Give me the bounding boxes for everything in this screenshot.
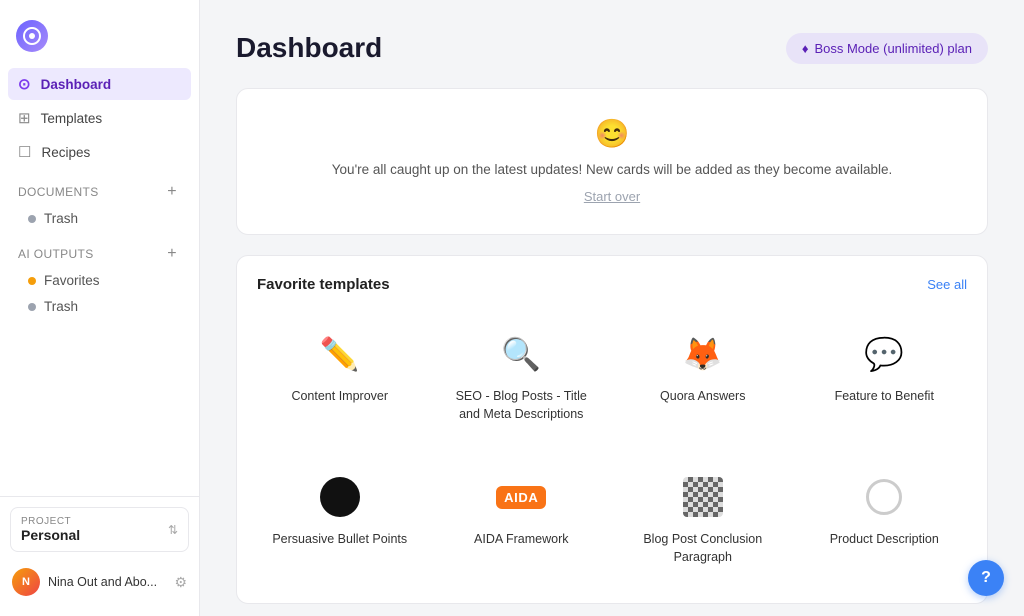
update-card: 😊 You're all caught up on the latest upd… — [236, 88, 988, 235]
template-feature-benefit[interactable]: 💬 Feature to Benefit — [802, 313, 968, 440]
page-title: Dashboard — [236, 32, 382, 64]
sidebar-nav: ⊙ Dashboard ⊞ Templates ☐ Recipes Docume… — [0, 68, 199, 496]
add-ai-output-button[interactable]: + — [163, 244, 181, 264]
avatar: N — [12, 568, 40, 596]
template-blog-conclusion[interactable]: Blog Post Conclusion Paragraph — [620, 456, 786, 583]
template-aida[interactable]: AIDA AIDA Framework — [439, 456, 605, 583]
template-quora-label: Quora Answers — [660, 388, 745, 406]
recipes-icon: ☐ — [18, 143, 31, 161]
sidebar-item-templates-label: Templates — [41, 111, 103, 126]
template-product-description[interactable]: Product Description — [802, 456, 968, 583]
sidebar-item-favorites[interactable]: Favorites — [8, 268, 191, 293]
sidebar-item-dashboard[interactable]: ⊙ Dashboard — [8, 68, 191, 100]
project-switcher[interactable]: PROJECT Personal ⇅ — [10, 507, 189, 552]
user-row[interactable]: N Nina Out and Abo... ⚙ — [0, 560, 199, 604]
persuasive-bullets-icon — [316, 473, 364, 521]
template-aida-label: AIDA Framework — [474, 531, 568, 549]
logo — [0, 12, 199, 68]
sidebar-item-recipes[interactable]: ☐ Recipes — [8, 136, 191, 168]
logo-icon — [16, 20, 48, 52]
template-blog-conclusion-label: Blog Post Conclusion Paragraph — [629, 531, 777, 566]
favorites-section: Favorite templates See all ✏️ Content Im… — [236, 255, 988, 604]
aida-icon: AIDA — [497, 473, 545, 521]
project-name: Personal — [21, 527, 80, 543]
trash-ai-label: Trash — [44, 299, 78, 314]
boss-mode-label: Boss Mode (unlimited) plan — [814, 41, 972, 56]
template-persuasive-bullets-label: Persuasive Bullet Points — [272, 531, 407, 549]
template-seo-blog-label: SEO - Blog Posts - Title and Meta Descri… — [448, 388, 596, 423]
diamond-icon: ♦ — [802, 41, 809, 56]
update-text: You're all caught up on the latest updat… — [257, 160, 967, 180]
section-title: Favorite templates — [257, 276, 390, 293]
documents-label: Documents — [18, 185, 99, 199]
template-seo-blog[interactable]: 🔍 SEO - Blog Posts - Title and Meta Desc… — [439, 313, 605, 440]
product-description-icon — [860, 473, 908, 521]
sidebar: ⊙ Dashboard ⊞ Templates ☐ Recipes Docume… — [0, 0, 200, 616]
quora-icon: 🦊 — [679, 330, 727, 378]
main-content: Dashboard ♦ Boss Mode (unlimited) plan 😊… — [200, 0, 1024, 616]
help-button[interactable]: ? — [968, 560, 1004, 596]
template-quora[interactable]: 🦊 Quora Answers — [620, 313, 786, 440]
sidebar-item-recipes-label: Recipes — [41, 145, 90, 160]
sidebar-item-dashboard-label: Dashboard — [41, 77, 112, 92]
ai-outputs-section-header: AI outputs + — [8, 232, 191, 268]
documents-section-header: Documents + — [8, 170, 191, 206]
trash-docs-dot — [28, 215, 36, 223]
sidebar-item-templates[interactable]: ⊞ Templates — [8, 102, 191, 134]
main-header: Dashboard ♦ Boss Mode (unlimited) plan — [236, 32, 988, 64]
template-product-description-label: Product Description — [830, 531, 939, 549]
template-content-improver[interactable]: ✏️ Content Improver — [257, 313, 423, 440]
favorites-label: Favorites — [44, 273, 100, 288]
template-persuasive-bullets[interactable]: Persuasive Bullet Points — [257, 456, 423, 583]
sidebar-item-trash-ai[interactable]: Trash — [8, 294, 191, 319]
seo-blog-icon: 🔍 — [497, 330, 545, 378]
sidebar-item-trash-docs[interactable]: Trash — [8, 206, 191, 231]
update-emoji: 😊 — [257, 117, 967, 150]
ai-outputs-label: AI outputs — [18, 247, 94, 261]
trash-docs-label: Trash — [44, 211, 78, 226]
favorites-dot — [28, 277, 36, 285]
blog-conclusion-icon — [679, 473, 727, 521]
templates-grid: ✏️ Content Improver 🔍 SEO - Blog Posts -… — [257, 313, 967, 583]
content-improver-icon: ✏️ — [316, 330, 364, 378]
boss-mode-button[interactable]: ♦ Boss Mode (unlimited) plan — [786, 33, 988, 64]
trash-ai-dot — [28, 303, 36, 311]
dashboard-icon: ⊙ — [18, 75, 31, 93]
sidebar-bottom: PROJECT Personal ⇅ N Nina Out and Abo...… — [0, 496, 199, 604]
project-label: PROJECT — [21, 516, 80, 527]
templates-icon: ⊞ — [18, 109, 31, 127]
template-content-improver-label: Content Improver — [291, 388, 388, 406]
feature-benefit-icon: 💬 — [860, 330, 908, 378]
start-over-link[interactable]: Start over — [584, 189, 640, 204]
favorites-section-header: Favorite templates See all — [257, 276, 967, 293]
settings-icon[interactable]: ⚙ — [174, 574, 187, 591]
add-document-button[interactable]: + — [163, 182, 181, 202]
template-feature-benefit-label: Feature to Benefit — [835, 388, 934, 406]
chevron-updown-icon: ⇅ — [168, 523, 178, 537]
user-name: Nina Out and Abo... — [48, 575, 166, 589]
see-all-link[interactable]: See all — [927, 277, 967, 292]
